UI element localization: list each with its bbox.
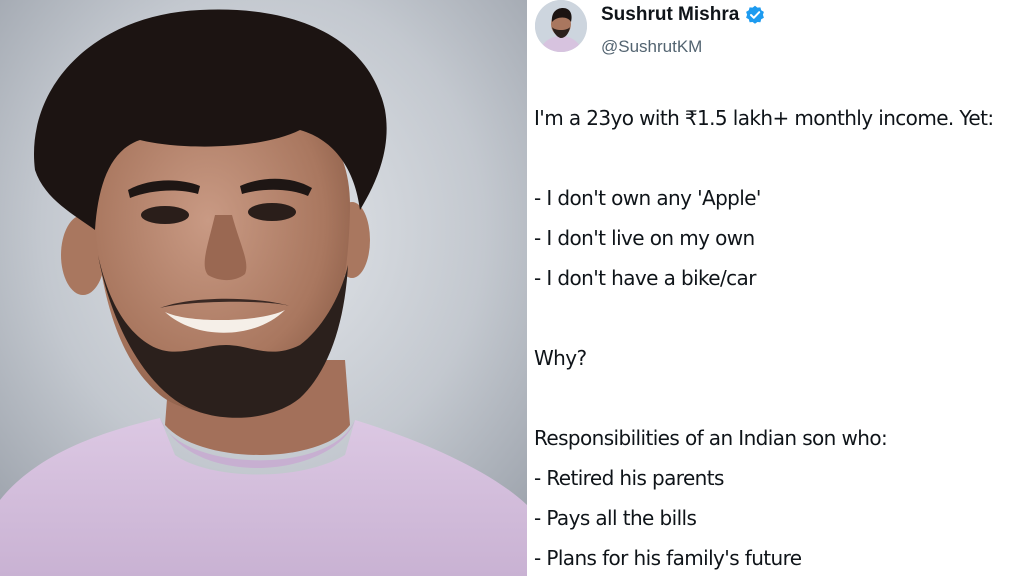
verified-badge-icon bbox=[745, 5, 765, 25]
author-name-row: Sushrut Mishra bbox=[601, 4, 765, 26]
tweet-line-no-apple: - I don't own any 'Apple' bbox=[534, 186, 761, 210]
tweet-header: Sushrut Mishra @SushrutKM bbox=[533, 0, 1024, 70]
tweet-line-no-live-alone: - I don't live on my own bbox=[534, 226, 755, 250]
tweet-line-intro: I'm a 23yo with ₹1.5 lakh+ monthly incom… bbox=[534, 106, 994, 130]
author-display-name[interactable]: Sushrut Mishra bbox=[601, 4, 739, 26]
avatar-image bbox=[535, 0, 587, 52]
tweet-line-why: Why? bbox=[534, 346, 587, 370]
author-avatar[interactable] bbox=[535, 0, 587, 52]
tweet-line-pays-bills: - Pays all the bills bbox=[534, 506, 697, 530]
author-handle[interactable]: @SushrutKM bbox=[601, 37, 702, 57]
tweet-card: Sushrut Mishra @SushrutKM I'm a 23yo wit… bbox=[533, 0, 1024, 576]
profile-photo bbox=[0, 0, 527, 576]
tweet-line-no-vehicle: - I don't have a bike/car bbox=[534, 266, 756, 290]
tweet-line-responsibilities: Responsibilities of an Indian son who: bbox=[534, 426, 888, 450]
tweet-line-retired-parents: - Retired his parents bbox=[534, 466, 724, 490]
tweet-text: I'm a 23yo with ₹1.5 lakh+ monthly incom… bbox=[534, 98, 1022, 576]
tweet-line-plans-future: - Plans for his family's future bbox=[534, 546, 802, 570]
man-portrait-image bbox=[0, 0, 527, 576]
